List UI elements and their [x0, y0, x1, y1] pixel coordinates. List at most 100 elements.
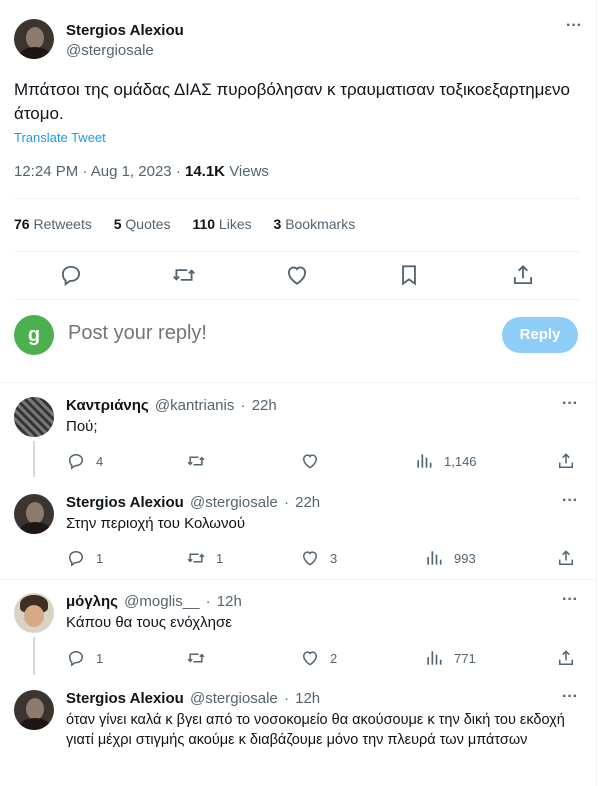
separator: ·: [205, 593, 211, 610]
avatar[interactable]: [14, 397, 54, 437]
more-options-icon[interactable]: ···: [564, 18, 584, 41]
bookmark-icon[interactable]: [396, 262, 422, 288]
like-icon: [302, 551, 318, 566]
retweets-label: Retweets: [33, 216, 92, 232]
reply-time[interactable]: 12h: [295, 690, 320, 707]
avatar[interactable]: [14, 593, 54, 633]
reply-count: 4: [96, 454, 104, 469]
reply-composer: g Reply: [14, 315, 580, 357]
like-icon: [302, 651, 318, 666]
retweets-count: 76: [14, 216, 30, 232]
reply-author-name[interactable]: Stergios Alexiou: [66, 690, 184, 707]
reply-button[interactable]: Reply: [502, 317, 578, 353]
reply-actions: 4 1,146: [66, 451, 580, 471]
more-options-icon[interactable]: ···: [560, 493, 580, 516]
likes-label: Likes: [218, 216, 252, 232]
reply-text: Στην περιοχή του Κολωνού: [66, 515, 246, 532]
share-icon: [559, 650, 573, 665]
tweet-time[interactable]: 12:24 PM: [14, 163, 78, 180]
separator: ·: [175, 163, 181, 180]
reply-input[interactable]: [68, 322, 368, 345]
quotes-count: 5: [113, 216, 122, 232]
views-count: 14.1K: [184, 163, 226, 180]
thread-line: [33, 637, 35, 675]
avatar[interactable]: [14, 19, 54, 59]
reply-author-name[interactable]: Stergios Alexiou: [66, 494, 184, 511]
bookmarks-count: 3: [273, 216, 282, 232]
share-icon[interactable]: [510, 262, 536, 288]
reply-header: μόγλης @moglis__ · 12h: [66, 593, 242, 610]
reply-item[interactable]: Καντριάνης @kantrianis · 22h ··· Πού; 4 …: [14, 396, 580, 477]
tweet-meta: 12:24 PM · Aug 1, 2023 · 14.1K Views: [14, 163, 269, 180]
views-label: Views: [229, 163, 269, 180]
reply-author-handle[interactable]: @kantrianis: [155, 397, 234, 414]
reply-time[interactable]: 12h: [217, 593, 242, 610]
reply-text: Κάπου θα τους ενόχλησε: [66, 614, 232, 631]
translate-tweet-link[interactable]: Translate Tweet: [14, 130, 106, 145]
reply-item[interactable]: Stergios Alexiou @stergiosale · 12h ··· …: [14, 689, 580, 786]
reply-author-handle[interactable]: @stergiosale: [190, 494, 278, 511]
reply-item[interactable]: μόγλης @moglis__ · 12h ··· Κάπου θα τους…: [14, 592, 580, 675]
reply-text: Πού;: [66, 418, 98, 435]
retweet-icon: [187, 653, 205, 663]
quotes-stat[interactable]: 5 Quotes: [114, 216, 171, 232]
avatar[interactable]: [14, 690, 54, 730]
like-count: 3: [330, 551, 338, 566]
retweets-stat[interactable]: 76 Retweets: [14, 216, 92, 232]
reply-text: όταν γίνει καλά κ βγει από το νοσοκομείο…: [66, 712, 565, 748]
views-icon: [427, 551, 442, 565]
reply-author-handle[interactable]: @moglis__: [124, 593, 199, 610]
reply-count: 1: [96, 651, 104, 666]
reply-author-handle[interactable]: @stergiosale: [190, 690, 278, 707]
avatar[interactable]: [14, 494, 54, 534]
like-icon: [302, 454, 318, 469]
separator: ·: [82, 163, 88, 180]
like-icon[interactable]: [284, 262, 310, 288]
reply-icon: [68, 650, 84, 667]
tweet-header: Stergios Alexiou @stergiosale ···: [14, 18, 584, 63]
divider: [14, 198, 580, 199]
reply-item[interactable]: Stergios Alexiou @stergiosale · 22h ··· …: [14, 493, 580, 574]
retweet-icon[interactable]: [171, 262, 197, 288]
reply-author-name[interactable]: μόγλης: [66, 593, 118, 610]
reply-icon: [68, 453, 84, 470]
reply-time[interactable]: 22h: [252, 397, 277, 414]
separator: ·: [283, 494, 289, 511]
avatar[interactable]: g: [14, 315, 54, 355]
author-handle[interactable]: @stergiosale: [66, 42, 154, 59]
likes-stat[interactable]: 110 Likes: [192, 216, 251, 232]
reply-icon[interactable]: [58, 262, 84, 288]
tweet-text: Μπάτσοι της ομάδας ΔΙΑΣ πυροβόλησαν κ τρ…: [14, 80, 570, 123]
tweet-date[interactable]: Aug 1, 2023: [91, 163, 172, 180]
divider: [0, 579, 596, 580]
reply-header: Stergios Alexiou @stergiosale · 12h: [66, 690, 320, 707]
divider: [14, 299, 580, 300]
tweet-stats: 76 Retweets 5 Quotes 110 Likes 3 Bookmar…: [14, 216, 373, 232]
reply-actions: 1 2 771: [66, 648, 580, 668]
thread-line: [33, 441, 35, 477]
bookmarks-label: Bookmarks: [285, 216, 356, 232]
more-options-icon[interactable]: ···: [560, 592, 580, 615]
views-count: 993: [454, 551, 476, 566]
reply-author-name[interactable]: Καντριάνης: [66, 397, 149, 414]
reply-icon: [68, 550, 84, 567]
more-options-icon[interactable]: ···: [560, 396, 580, 419]
retweet-count: 1: [216, 551, 224, 566]
reply-count: 1: [96, 551, 104, 566]
like-count: 2: [330, 651, 338, 666]
reply-time[interactable]: 22h: [295, 494, 320, 511]
reply-actions: 1 1 3 993: [66, 548, 580, 568]
retweet-icon: [187, 553, 205, 563]
views-count: 1,146: [444, 454, 477, 469]
views-count: 771: [454, 651, 476, 666]
quotes-label: Quotes: [125, 216, 171, 232]
views-icon: [427, 651, 442, 665]
separator: ·: [283, 690, 289, 707]
separator: ·: [240, 397, 246, 414]
divider: [14, 251, 580, 252]
more-options-icon[interactable]: ···: [560, 689, 580, 712]
author-name[interactable]: Stergios Alexiou: [66, 22, 184, 39]
share-icon: [559, 453, 573, 468]
share-icon: [559, 550, 573, 565]
bookmarks-stat[interactable]: 3 Bookmarks: [274, 216, 356, 232]
